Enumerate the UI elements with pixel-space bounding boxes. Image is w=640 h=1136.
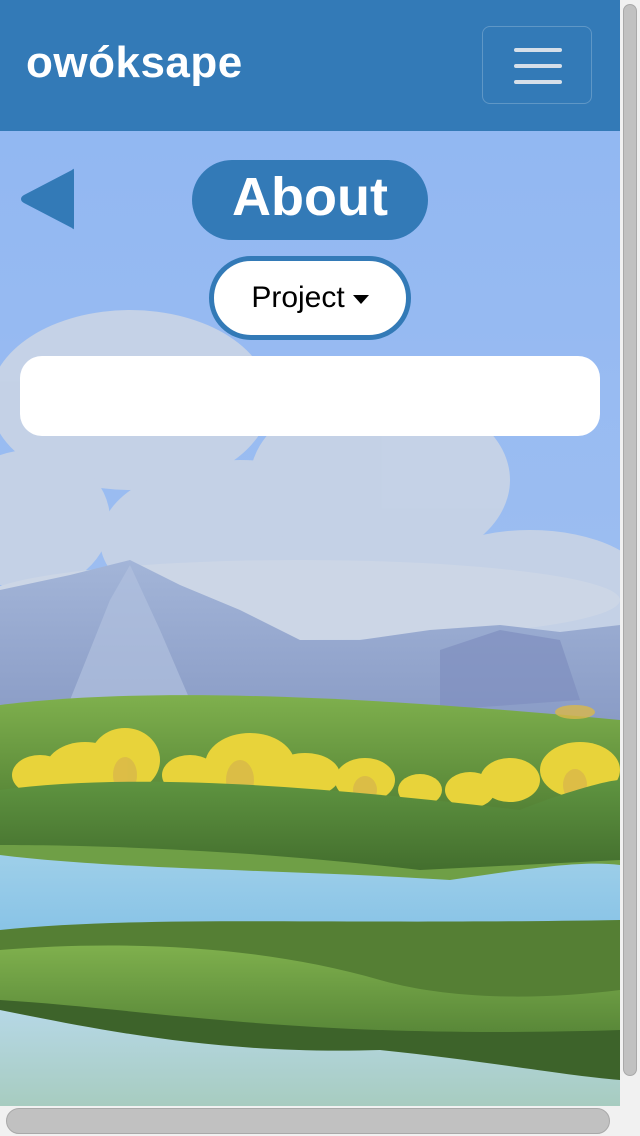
project-dropdown[interactable]: Project (209, 256, 411, 340)
vertical-scrollbar-thumb[interactable] (623, 4, 637, 1076)
scrollbar-corner (620, 1106, 640, 1136)
app-viewport: owóksape About Project (0, 0, 620, 1106)
content-panel (20, 356, 600, 436)
hamburger-icon (514, 48, 562, 52)
top-navbar: owóksape (0, 0, 620, 131)
brand-logo-text[interactable]: owóksape (26, 36, 243, 90)
horizontal-scrollbar[interactable] (0, 1106, 620, 1136)
menu-toggle-button[interactable] (482, 26, 592, 104)
back-arrow-icon[interactable] (18, 166, 76, 232)
page-title: About (192, 160, 428, 240)
vertical-scrollbar[interactable] (620, 0, 640, 1106)
dropdown-selected-label: Project (251, 281, 345, 314)
horizontal-scrollbar-thumb[interactable] (6, 1108, 610, 1134)
caret-down-icon (352, 294, 369, 304)
